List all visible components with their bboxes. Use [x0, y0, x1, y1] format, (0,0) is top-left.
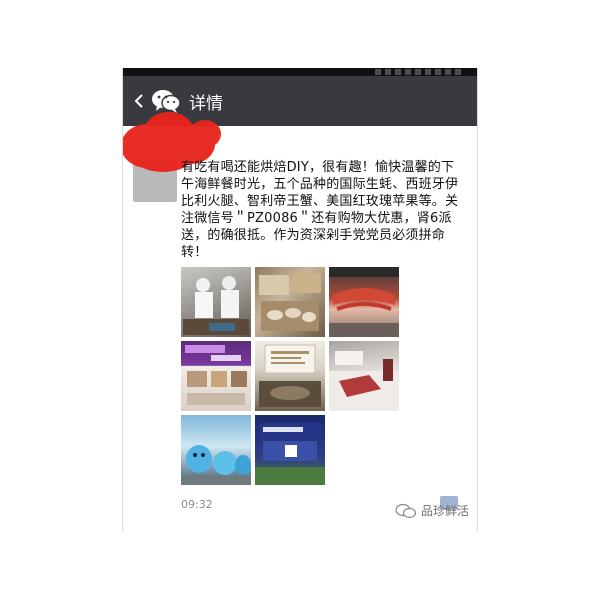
- photo-mascots[interactable]: [181, 415, 251, 485]
- post-text: 有吃有喝还能烘焙DIY，很有趣！愉快温馨的下 午海鲜餐时光，五个品种的国际生蚝、…: [181, 160, 459, 260]
- photo-oysters-art: [259, 273, 321, 331]
- status-bar: [123, 68, 477, 76]
- photo-ham-table-art: [329, 351, 399, 411]
- status-icons: [375, 69, 465, 75]
- photo-banner[interactable]: [255, 415, 325, 485]
- watermark: 品珍鲜活: [395, 502, 469, 519]
- photo-chefs-art: [183, 276, 249, 335]
- photo-ham-table[interactable]: [329, 341, 399, 411]
- photo-menu-card-art: [259, 344, 321, 407]
- photo-banner-art: [255, 423, 325, 485]
- photo-king-crab[interactable]: [329, 267, 399, 337]
- photo-oysters[interactable]: [255, 267, 325, 337]
- wechat-icon: [395, 503, 417, 518]
- photo-menu-card[interactable]: [255, 341, 325, 411]
- photo-mascots-art: [181, 445, 251, 485]
- post-timestamp: 09:32: [181, 498, 213, 511]
- photo-king-crab-art: [329, 267, 399, 337]
- phone-screen: 详情 有吃有喝还能烘焙DIY，很有趣！愉快温馨的下 午海鲜餐时光，五个品种的国际…: [122, 68, 478, 531]
- photo-event-poster[interactable]: [181, 341, 251, 411]
- photo-grid: [181, 267, 399, 485]
- photo-chefs[interactable]: [181, 267, 251, 337]
- photo-event-poster-art: [185, 345, 247, 405]
- watermark-text: 品珍鲜活: [421, 504, 470, 518]
